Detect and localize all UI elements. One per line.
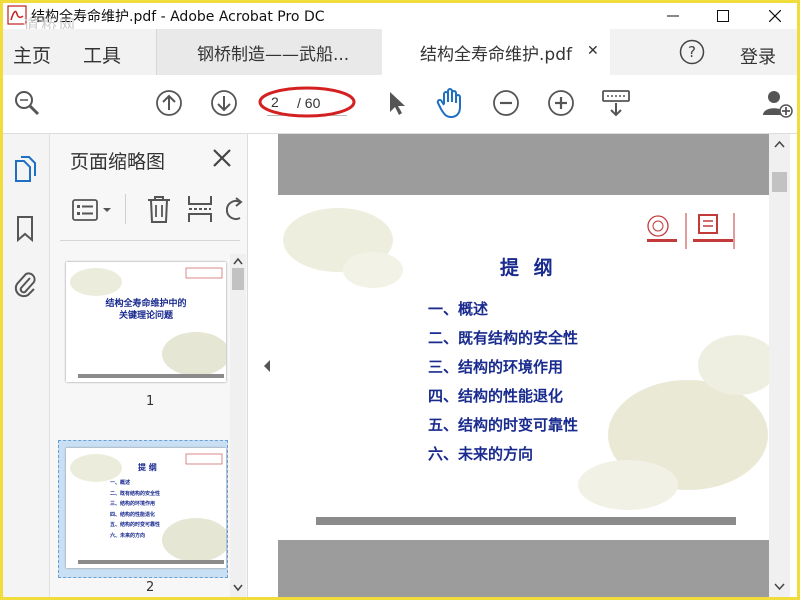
red-ellipse-annotation: [258, 86, 356, 118]
close-window-button[interactable]: [755, 3, 795, 29]
svg-text:?: ?: [688, 43, 696, 61]
university-logo: [647, 213, 735, 249]
options-menu-icon[interactable]: [72, 198, 120, 222]
thumbnail-page-1[interactable]: 结构全寿命维护中的 关键理论问题: [66, 262, 226, 382]
outline-item-4: 四、结构的性能退化: [428, 387, 564, 405]
panel-divider: [60, 240, 240, 241]
outline-item-3: 三、结构的环境作用: [428, 358, 564, 376]
close-icon: [769, 10, 781, 22]
menu-tools[interactable]: 工具: [83, 41, 121, 68]
thumbnail-2-number: 2: [146, 580, 155, 595]
maximize-icon: [717, 10, 729, 22]
trash-icon[interactable]: [146, 194, 172, 224]
previous-page-button[interactable]: [153, 87, 185, 119]
keyboard-tool-button[interactable]: [600, 87, 632, 119]
zoom-search-button[interactable]: [11, 87, 43, 119]
scroll-down-icon[interactable]: [233, 584, 243, 592]
main-toolbar: / 60: [3, 75, 797, 134]
thumbnails-panel: 页面缩略图 结构全寿命维护中的 关键理论问题 1 提 纲 一、概述 二、既有结构…: [50, 134, 248, 597]
thumbnail-1-title: 结构全寿命维护中的 关键理论问题: [66, 298, 226, 322]
hand-tool-button[interactable]: [434, 87, 466, 119]
hand-icon: [436, 88, 461, 118]
scroll-up-icon[interactable]: [774, 140, 785, 148]
document-scrollbar[interactable]: [769, 134, 790, 597]
scroll-down-icon[interactable]: [774, 583, 785, 591]
pages-icon: [15, 156, 36, 182]
thumbnail-1-title-line1: 结构全寿命维护中的: [105, 299, 187, 309]
tab-label: 钢桥制造——武船...: [197, 44, 350, 65]
tab-bar: 主页 工具 钢桥制造——武船... 结构全寿命维护.pdf ✕ ? 登录: [3, 29, 797, 76]
left-navigation-rail: [3, 134, 50, 597]
thumbnail-2-item: 二、既有结构的安全性: [110, 490, 161, 497]
scroll-up-icon[interactable]: [233, 257, 243, 265]
slide-footer-bar: [316, 517, 736, 525]
thumbnail-background: [70, 267, 226, 378]
tab-document-2[interactable]: 结构全寿命维护.pdf ✕: [382, 29, 610, 75]
bookmark-icon: [17, 216, 33, 243]
magnifier-icon: [15, 91, 40, 116]
page-navigator: / 60: [258, 86, 356, 118]
zoom-in-button[interactable]: [545, 87, 577, 119]
minimize-button[interactable]: [653, 3, 693, 29]
thumbnail-2-item: 三、结构的环境作用: [110, 501, 156, 507]
outline-item-5: 五、结构的时变可靠性: [428, 416, 579, 434]
document-scroll-thumb[interactable]: [772, 172, 787, 192]
add-user-icon: [763, 91, 793, 118]
arrow-up-circle-icon: [156, 90, 182, 116]
keyboard-download-icon: [602, 90, 630, 117]
toolbar-divider: [125, 194, 126, 224]
panel-title: 页面缩略图: [70, 151, 166, 173]
page-thumbnails-button[interactable]: [10, 154, 40, 184]
plus-circle-icon: [548, 90, 574, 116]
thumbnail-2-item: 四、结构的性能退化: [110, 511, 156, 518]
slide-title: 提 纲: [500, 257, 557, 279]
thumbnail-scroll-thumb[interactable]: [232, 268, 244, 290]
thumbnail-1-number: 1: [146, 394, 155, 409]
document-view[interactable]: 提 纲 一、概述 二、既有结构的安全性 三、结构的环境作用 四、结构的性能退化 …: [278, 134, 769, 597]
select-tool-button[interactable]: [380, 87, 412, 119]
thumbnail-list: 结构全寿命维护中的 关键理论问题 1 提 纲 一、概述 二、既有结构的安全性 三…: [50, 254, 230, 597]
tab-label: 结构全寿命维护.pdf: [420, 44, 572, 65]
collapse-panel-icon[interactable]: [262, 359, 272, 373]
thumbnail-1-title-line2: 关键理论问题: [118, 311, 173, 321]
outline-item-1: 一、概述: [428, 300, 489, 318]
thumbnail-2-item: 六、未来的方向: [110, 532, 146, 539]
thumbnail-scrollbar[interactable]: [230, 254, 246, 597]
next-page-button[interactable]: [208, 87, 240, 119]
outline-item-2: 二、既有结构的安全性: [428, 329, 579, 347]
share-user-button[interactable]: [761, 87, 793, 119]
thumbnail-2-outline: 一、概述 二、既有结构的安全性 三、结构的环境作用 四、结构的性能退化 五、结构…: [110, 478, 160, 541]
maximize-button[interactable]: [703, 3, 743, 29]
close-tab-icon[interactable]: ✕: [587, 43, 599, 59]
pdf-page-2: 提 纲 一、概述 二、既有结构的安全性 三、结构的环境作用 四、结构的性能退化 …: [278, 195, 769, 540]
attachments-button[interactable]: [10, 269, 40, 299]
cursor-arrow-icon: [390, 92, 405, 115]
thumbnail-2-title: 提 纲: [138, 463, 157, 472]
arrow-down-circle-icon: [211, 90, 237, 116]
paperclip-icon: [14, 272, 36, 298]
tab-document-1[interactable]: 钢桥制造——武船...: [156, 29, 383, 75]
outline-item-6: 六、未来的方向: [428, 445, 534, 463]
page-extract-icon[interactable]: [186, 194, 214, 224]
minimize-icon: [667, 15, 679, 17]
menu-home[interactable]: 主页: [13, 41, 51, 68]
acrobat-window: 结构全寿命维护.pdf - Adobe Acrobat Pro DC 道桥网 主…: [3, 3, 797, 597]
thumbnail-page-2[interactable]: 提 纲 一、概述 二、既有结构的安全性 三、结构的环境作用 四、结构的性能退化 …: [66, 448, 226, 568]
login-button[interactable]: 登录: [740, 43, 776, 69]
thumbnail-2-item: 五、结构的时变可靠性: [110, 522, 161, 528]
title-bar: 结构全寿命维护.pdf - Adobe Acrobat Pro DC 道桥网: [3, 3, 797, 35]
minus-circle-icon: [493, 90, 519, 116]
thumbnail-2-item: 一、概述: [110, 480, 131, 486]
zoom-out-button[interactable]: [490, 87, 522, 119]
panel-close-icon[interactable]: [210, 146, 234, 170]
help-icon[interactable]: ?: [679, 39, 705, 65]
bookmarks-button[interactable]: [10, 214, 40, 244]
thumbnail-toolbar: [64, 192, 244, 228]
rotate-icon[interactable]: [226, 196, 244, 222]
